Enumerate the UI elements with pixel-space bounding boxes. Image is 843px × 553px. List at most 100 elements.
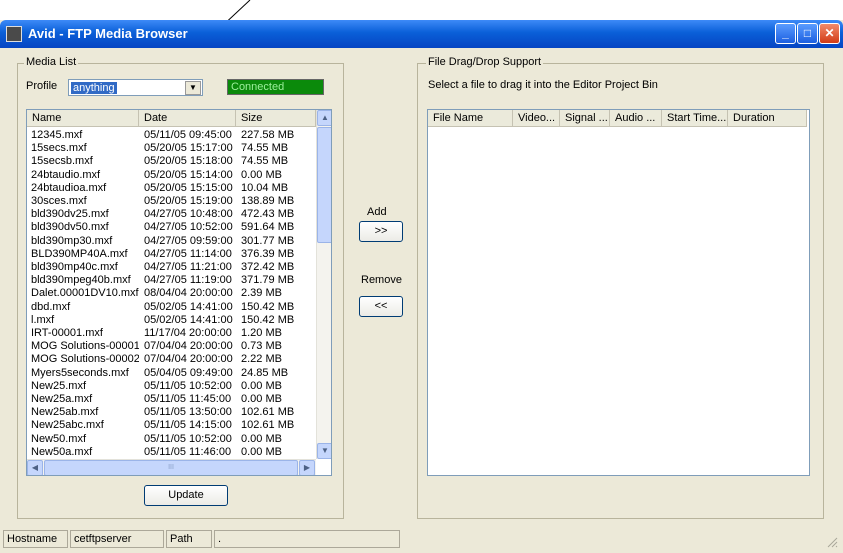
- row-date-cell: 07/04/04 20:00:00: [144, 353, 233, 366]
- project-bin-list-view[interactable]: File Name Video... Signal ... Audio ... …: [427, 109, 810, 476]
- row-date-cell: 05/11/05 13:50:00: [144, 406, 232, 419]
- app-icon[interactable]: [6, 26, 22, 42]
- close-button[interactable]: ✕: [819, 23, 840, 44]
- scroll-left-icon[interactable]: ◀: [27, 460, 43, 475]
- column-header-size[interactable]: Size: [236, 110, 316, 127]
- row-size-cell: 2.22 MB: [241, 353, 282, 366]
- table-row[interactable]: bld390dv50.mxf 04/27/05 10:52:00 591.64 MB: [27, 221, 317, 234]
- vertical-scroll-thumb[interactable]: [317, 127, 331, 243]
- table-row[interactable]: Dalet.00001DV10.mxf 08/04/04 20:00:00 2.39…: [27, 287, 317, 300]
- row-size-cell: 0.00 MB: [241, 168, 282, 181]
- row-date-cell: 05/11/05 10:52:00: [144, 379, 232, 392]
- media-list-view[interactable]: Name Date Size 12345.mxf 05/11/05 09:45:0…: [26, 109, 332, 476]
- row-size-cell: 2.39 MB: [241, 287, 282, 300]
- row-size-cell: 0.00 MB: [241, 379, 282, 392]
- title-bar[interactable]: Avid - FTP Media Browser _ □ ✕: [0, 20, 843, 48]
- row-size-cell: 0.00 MB: [241, 445, 282, 458]
- table-row[interactable]: 15secsb.mxf 05/20/05 15:18:00 74.55 MB: [27, 155, 317, 168]
- vertical-scrollbar[interactable]: ▲ ▼: [316, 110, 331, 459]
- table-row[interactable]: bld390mp40c.mxf 04/27/05 11:21:00 372.42 M…: [27, 261, 317, 274]
- row-date-cell: 05/02/05 14:41:00: [144, 313, 233, 326]
- profile-dropdown-value: anything: [71, 82, 117, 94]
- column-header-name[interactable]: Name: [27, 110, 139, 127]
- table-row[interactable]: Myers5seconds.mxf 05/04/05 09:49:00 24.85 …: [27, 367, 317, 380]
- remove-label: Remove: [361, 274, 402, 286]
- row-size-cell: 74.55 MB: [241, 142, 289, 155]
- profile-label: Profile: [26, 80, 58, 92]
- table-row[interactable]: IRT-00001.mxf 11/17/04 20:00:00 1.20 MB: [27, 327, 317, 340]
- row-name-cell: New25abc.mxf: [31, 419, 104, 432]
- row-size-cell: 1.20 MB: [241, 327, 282, 339]
- row-date-cell: 05/11/05 14:15:00: [144, 419, 232, 432]
- column-header-start-time[interactable]: Start Time...: [662, 110, 728, 127]
- table-row[interactable]: bld390dv25.mxf 04/27/05 10:48:00 472.43 MB: [27, 208, 317, 221]
- column-header-audio[interactable]: Audio ...: [610, 110, 662, 127]
- horizontal-scroll-thumb[interactable]: III: [44, 460, 298, 475]
- table-row[interactable]: bld390mpeg40b.mxf 04/27/05 11:19:00 371.79…: [27, 274, 317, 287]
- table-row[interactable]: BLD390MP40A.mxf 04/27/05 11:14:00 376.39 M…: [27, 248, 317, 261]
- column-header-video[interactable]: Video...: [513, 110, 560, 127]
- table-row[interactable]: 12345.mxf 05/11/05 09:45:00 227.58 MB: [27, 129, 317, 142]
- row-size-cell: 24.85 MB: [241, 366, 289, 379]
- path-label: Path: [166, 530, 212, 548]
- table-row[interactable]: New50a.mxf 05/11/05 11:46:00 0.00 MB: [27, 446, 317, 459]
- row-name-cell: dbd.mxf: [31, 300, 71, 313]
- add-label: Add: [367, 206, 387, 218]
- maximize-button[interactable]: □: [797, 23, 818, 44]
- remove-button[interactable]: <<: [359, 296, 403, 317]
- row-size-cell: 10.04 MB: [241, 181, 289, 194]
- row-name-cell: 24btaudio.mxf: [31, 168, 101, 181]
- row-size-cell: 150.42 MB: [241, 300, 295, 313]
- media-list-group-label: Media List: [24, 56, 79, 68]
- row-name-cell: Dalet.00001DV10.mxf: [31, 287, 139, 300]
- scroll-right-icon[interactable]: ▶: [299, 460, 315, 475]
- column-header-file-name[interactable]: File Name: [428, 110, 513, 127]
- hostname-value: cetftpserver: [70, 530, 164, 548]
- row-date-cell: 05/04/05 09:49:00: [144, 366, 233, 379]
- table-row[interactable]: New25abc.mxf 05/11/05 14:15:00 102.61 MB: [27, 419, 317, 432]
- chevron-down-icon[interactable]: ▼: [185, 81, 201, 95]
- update-button[interactable]: Update: [144, 485, 228, 506]
- row-date-cell: 05/11/05 11:46:00: [144, 445, 232, 458]
- row-date-cell: 05/20/05 15:14:00: [144, 168, 233, 181]
- window-title: Avid - FTP Media Browser: [28, 26, 188, 41]
- scroll-down-icon[interactable]: ▼: [317, 443, 331, 459]
- row-date-cell: 07/04/04 20:00:00: [144, 340, 233, 353]
- resize-grip-icon[interactable]: [826, 536, 838, 548]
- row-date-cell: 04/27/05 10:48:00: [144, 208, 233, 221]
- row-name-cell: bld390mp30.mxf: [31, 234, 113, 247]
- column-header-signal[interactable]: Signal ...: [560, 110, 610, 127]
- row-name-cell: MOG Solutions-00001...: [31, 340, 139, 353]
- row-name-cell: New25.mxf: [31, 379, 87, 392]
- table-row[interactable]: dbd.mxf 05/02/05 14:41:00 150.42 MB: [27, 301, 317, 314]
- table-row[interactable]: 24btaudio.mxf 05/20/05 15:14:00 0.00 MB: [27, 169, 317, 182]
- table-row[interactable]: New25a.mxf 05/11/05 11:45:00 0.00 MB: [27, 393, 317, 406]
- profile-dropdown[interactable]: anything ▼: [68, 79, 203, 96]
- ftp-media-browser-window: Avid - FTP Media Browser _ □ ✕ Media Lis…: [0, 20, 843, 553]
- row-date-cell: 04/27/05 11:14:00: [144, 247, 232, 260]
- table-row[interactable]: 15secs.mxf 05/20/05 15:17:00 74.55 MB: [27, 142, 317, 155]
- minimize-button[interactable]: _: [775, 23, 796, 44]
- table-row[interactable]: New25.mxf 05/11/05 10:52:00 0.00 MB: [27, 380, 317, 393]
- table-row[interactable]: MOG Solutions-00002... 07/04/04 20:00:00 2…: [27, 353, 317, 366]
- row-size-cell: 102.61 MB: [241, 419, 295, 432]
- row-name-cell: 12345.mxf: [31, 129, 83, 141]
- table-row[interactable]: 30sces.mxf 05/20/05 15:19:00 138.89 MB: [27, 195, 317, 208]
- row-name-cell: New50.mxf: [31, 432, 87, 445]
- row-name-cell: 15secsb.mxf: [31, 155, 93, 168]
- column-header-date[interactable]: Date: [139, 110, 236, 127]
- row-name-cell: New25ab.mxf: [31, 406, 99, 419]
- row-date-cell: 05/20/05 15:17:00: [144, 142, 233, 155]
- column-header-duration[interactable]: Duration: [728, 110, 807, 127]
- table-row[interactable]: l.mxf 05/02/05 14:41:00 150.42 MB: [27, 314, 317, 327]
- table-row[interactable]: New25ab.mxf 05/11/05 13:50:00 102.61 MB: [27, 406, 317, 419]
- scroll-up-icon[interactable]: ▲: [317, 110, 331, 126]
- add-button[interactable]: >>: [359, 221, 403, 242]
- row-date-cell: 05/11/05 10:52:00: [144, 432, 232, 445]
- table-row[interactable]: New50.mxf 05/11/05 10:52:00 0.00 MB: [27, 433, 317, 446]
- table-row[interactable]: bld390mp30.mxf 04/27/05 09:59:00 301.77 MB: [27, 235, 317, 248]
- horizontal-scrollbar[interactable]: ◀ III ▶: [27, 459, 316, 475]
- table-row[interactable]: MOG Solutions-00001... 07/04/04 20:00:00 0…: [27, 340, 317, 353]
- table-row[interactable]: 24btaudioa.mxf 05/20/05 15:15:00 10.04 MB: [27, 182, 317, 195]
- row-size-cell: 0.00 MB: [241, 393, 282, 405]
